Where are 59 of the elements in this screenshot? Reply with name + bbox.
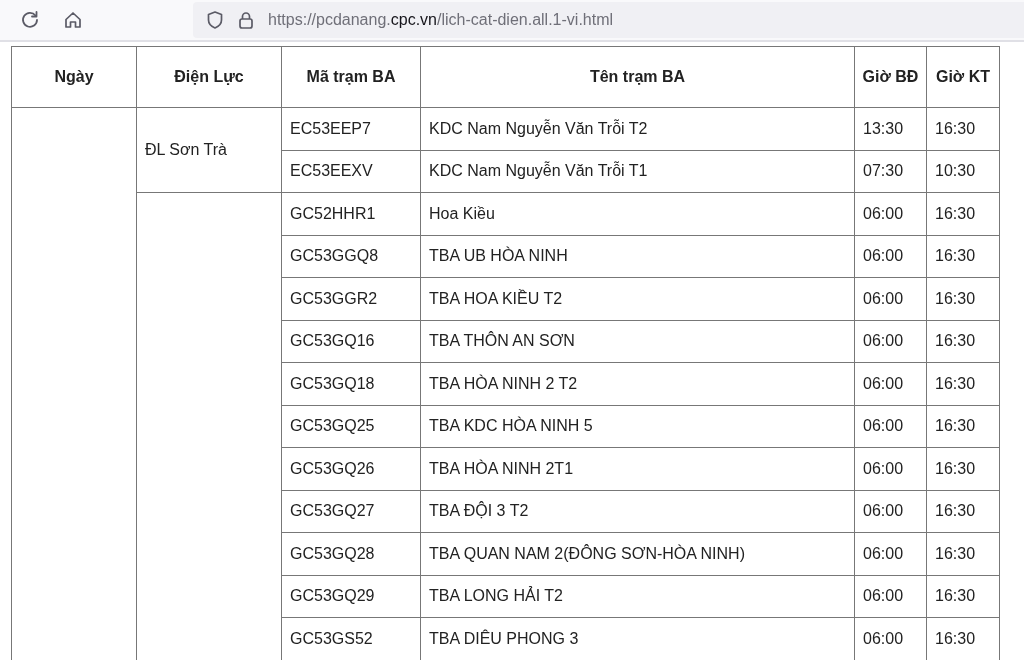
table-cell: 16:30 bbox=[926, 320, 1000, 363]
table-cell: Hoa Kiều bbox=[420, 192, 855, 235]
table-cell: 06:00 bbox=[854, 575, 927, 618]
table-cell: GC52HHR1 bbox=[281, 192, 421, 235]
table-cell: GC53GQ29 bbox=[281, 575, 421, 618]
table-cell: KDC Nam Nguyễn Văn Trỗi T2 bbox=[420, 107, 855, 150]
table-cell: GC53GQ27 bbox=[281, 490, 421, 533]
table-cell: 06:00 bbox=[854, 362, 927, 405]
table-cell: 10:30 bbox=[926, 150, 1000, 193]
table-cell: EC53EEP7 bbox=[281, 107, 421, 150]
table-cell: TBA UB HÒA NINH bbox=[420, 235, 855, 278]
reload-icon[interactable] bbox=[20, 10, 40, 30]
shield-icon[interactable] bbox=[205, 10, 225, 30]
table-cell: 16:30 bbox=[926, 532, 1000, 575]
table-cell: 16:30 bbox=[926, 575, 1000, 618]
table-cell: 06:00 bbox=[854, 490, 927, 533]
table-cell: TBA ĐỘI 3 T2 bbox=[420, 490, 855, 533]
table-cell: TBA THÔN AN SƠN bbox=[420, 320, 855, 363]
column-header: Điện Lực bbox=[136, 46, 282, 108]
table-cell: 06:00 bbox=[854, 192, 927, 235]
table-cell: TBA KDC HÒA NINH 5 bbox=[420, 405, 855, 448]
table-cell: GC53GQ25 bbox=[281, 405, 421, 448]
table-cell: 16:30 bbox=[926, 490, 1000, 533]
table-cell: 06:00 bbox=[854, 405, 927, 448]
table-cell: GC53GQ28 bbox=[281, 532, 421, 575]
lock-icon[interactable] bbox=[236, 10, 256, 30]
table-cell: GC53GGQ8 bbox=[281, 235, 421, 278]
table-cell: 06:00 bbox=[854, 532, 927, 575]
column-header: Giờ BĐ bbox=[854, 46, 927, 108]
table-cell: GC53GQ18 bbox=[281, 362, 421, 405]
table-cell: 16:30 bbox=[926, 447, 1000, 490]
table-cell: 16:30 bbox=[926, 362, 1000, 405]
table-cell: 07:30 bbox=[854, 150, 927, 193]
table-cell: TBA HOA KIỀU T2 bbox=[420, 277, 855, 320]
table-cell: 16:30 bbox=[926, 107, 1000, 150]
column-header: Giờ KT bbox=[926, 46, 1000, 108]
home-icon[interactable] bbox=[63, 10, 83, 30]
table-cell: 06:00 bbox=[854, 447, 927, 490]
table-cell: ĐL Sơn Trà bbox=[136, 107, 282, 193]
table-cell: TBA HÒA NINH 2 T2 bbox=[420, 362, 855, 405]
column-header: Mã trạm BA bbox=[281, 46, 421, 108]
table-cell: TBA QUAN NAM 2(ĐÔNG SƠN-HÒA NINH) bbox=[420, 532, 855, 575]
table-cell: 16:30 bbox=[926, 405, 1000, 448]
table-cell: 16:30 bbox=[926, 277, 1000, 320]
table-cell: 13:30 bbox=[854, 107, 927, 150]
table-cell: TBA HÒA NINH 2T1 bbox=[420, 447, 855, 490]
table-cell: EC53EEXV bbox=[281, 150, 421, 193]
column-header: Tên trạm BA bbox=[420, 46, 855, 108]
table-cell: KDC Nam Nguyễn Văn Trỗi T1 bbox=[420, 150, 855, 193]
table-cell: 06:00 bbox=[854, 235, 927, 278]
table-cell: 16:30 bbox=[926, 235, 1000, 278]
table-cell: GC53GGR2 bbox=[281, 277, 421, 320]
table-cell: 06:00 bbox=[854, 277, 927, 320]
table-cell: TBA LONG HẢI T2 bbox=[420, 575, 855, 618]
table-cell: GC53GQ16 bbox=[281, 320, 421, 363]
table-cell: GC53GQ26 bbox=[281, 447, 421, 490]
column-header: Ngày bbox=[11, 46, 137, 108]
table-cell: 06:00 bbox=[854, 320, 927, 363]
table-cell: 16:30 bbox=[926, 192, 1000, 235]
